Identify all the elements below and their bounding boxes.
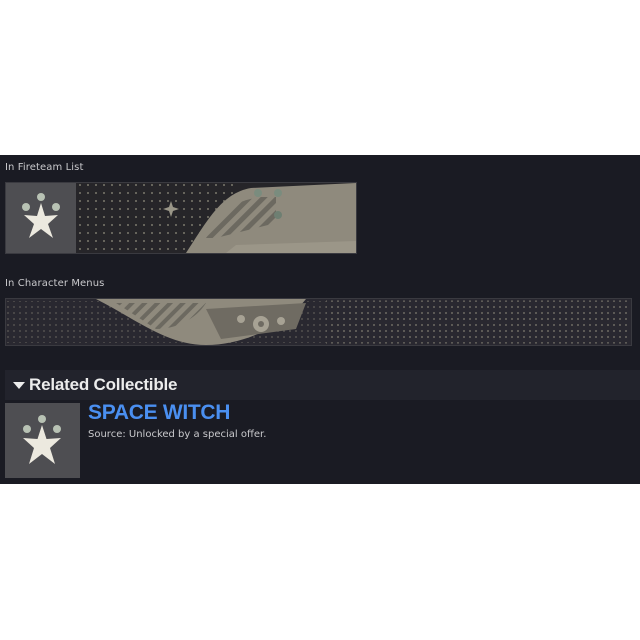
collectible-emblem-icon[interactable] [5, 403, 80, 478]
collectible-name[interactable]: SPACE WITCH [88, 401, 230, 425]
triangle-down-icon[interactable] [13, 381, 25, 389]
section-title: Related Collectible [29, 375, 178, 394]
character-menus-caption: In Character Menus [5, 278, 105, 289]
fireteam-list-caption: In Fireteam List [5, 162, 84, 173]
fireteam-emblem-banner [5, 182, 357, 254]
character-emblem-banner [5, 298, 632, 346]
related-collectible-header[interactable]: Related Collectible [5, 370, 640, 400]
collectible-source: Source: Unlocked by a special offer. [88, 429, 267, 440]
